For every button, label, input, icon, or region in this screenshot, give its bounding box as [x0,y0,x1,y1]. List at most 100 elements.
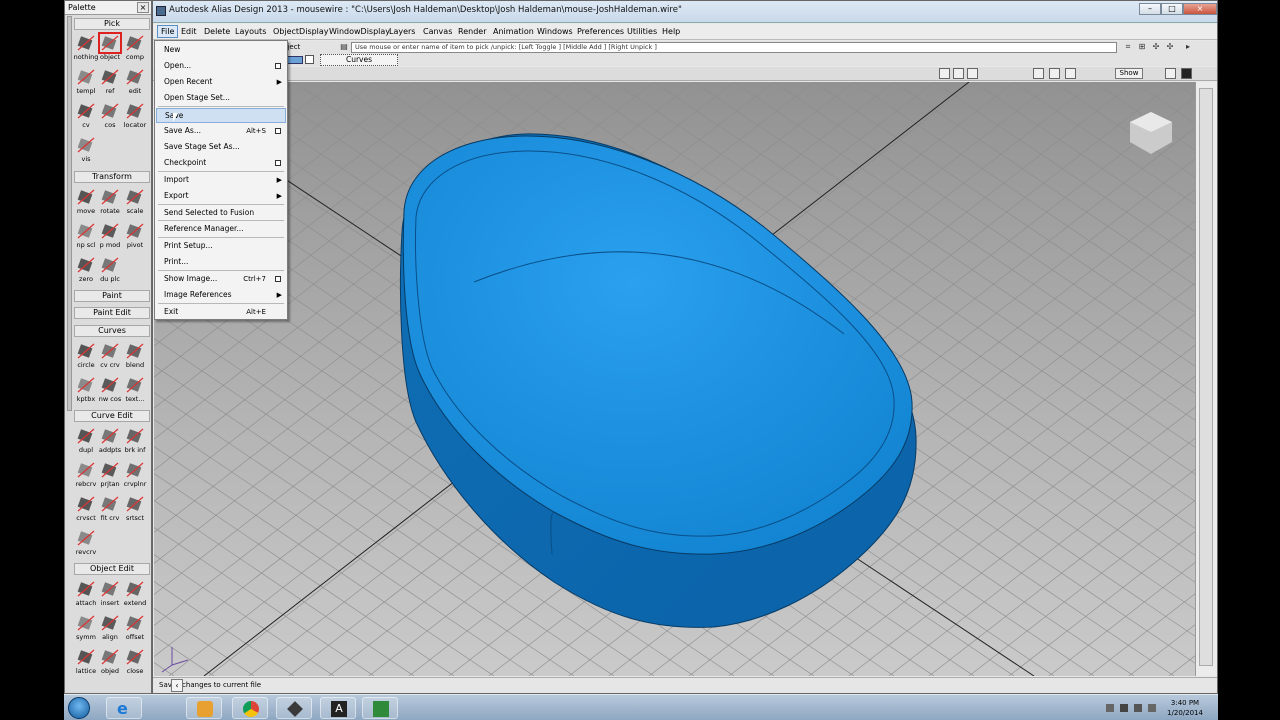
show-button[interactable]: Show [1115,68,1143,79]
maximize-button[interactable]: □ [1161,3,1183,15]
taskbar-clock[interactable]: 3:40 PM 1/20/2014 [1160,698,1210,718]
menu-windowdisplay[interactable]: WindowDisplay [329,27,390,36]
view-tumble-icon[interactable] [939,68,950,79]
menu-preferences[interactable]: Preferences [577,27,624,36]
menu-separator [158,171,284,172]
tool-scale[interactable]: scale [123,187,147,215]
tool-vis[interactable]: vis [74,135,98,163]
menu-file[interactable]: File [157,25,179,38]
palette-section-paint-edit[interactable]: Paint Edit [74,307,150,319]
prompt-input[interactable]: Use mouse or enter name of item to pick … [351,42,1117,53]
palette-section-object-edit[interactable]: Object Edit [74,563,150,575]
menu-edit[interactable]: Edit [181,27,197,36]
menu-canvas[interactable]: Canvas [423,27,452,36]
file-menu-item-print[interactable]: Print... [156,255,286,270]
file-menu-item-save-stage-set-as[interactable]: Save Stage Set As... [156,140,286,155]
scrollbar-thumb[interactable] [1199,88,1213,666]
menu-delete[interactable]: Delete [204,27,230,36]
prompt-expand-icon[interactable]: ▸ [1183,42,1193,52]
shelf-tab-curves[interactable]: Curves [320,54,398,66]
tool-blend[interactable]: blend [123,341,147,369]
palette-section-curves[interactable]: Curves [74,325,150,337]
shelf-checkbox[interactable] [305,55,314,64]
menu-animation[interactable]: Animation [493,27,534,36]
file-menu-item-image-references[interactable]: Image References ▶ [156,288,286,303]
menu-utilities[interactable]: Utilities [627,27,657,36]
snap-point-icon[interactable]: ✣ [1151,42,1161,52]
file-menu-item-export[interactable]: Export ▶ [156,189,286,204]
tool-brk-inf[interactable]: brk inf [123,426,147,454]
file-menu-item-send-selected-to-fusion[interactable]: Send Selected to Fusion [156,206,286,221]
view-maximize-icon[interactable] [1181,68,1192,79]
view-cube[interactable] [1130,112,1172,154]
tool-close[interactable]: close [123,647,147,675]
menu-windows[interactable]: Windows [537,27,573,36]
viewport-scrollbar[interactable] [1195,82,1217,676]
palette-section-pick[interactable]: Pick [74,18,150,30]
collapse-palette-button[interactable]: ‹ [171,679,183,692]
close-window-button[interactable]: × [1183,3,1217,15]
option-box-icon[interactable] [275,63,281,69]
file-menu-item-open-stage-set[interactable]: Open Stage Set... [156,91,286,106]
file-menu-item-import[interactable]: Import ▶ [156,173,286,188]
palette-section-paint[interactable]: Paint [74,290,150,302]
tool-revcrv[interactable]: revcrv [74,528,98,556]
tray-arrow-icon[interactable] [1106,704,1114,712]
view-track-icon[interactable] [953,68,964,79]
file-menu-item-exit[interactable]: Exit Alt+E [156,305,286,320]
file-menu-item-checkpoint[interactable]: Checkpoint [156,156,286,171]
menu-help[interactable]: Help [662,27,680,36]
view-zoom-icon[interactable] [967,68,978,79]
tool-locator[interactable]: locator [123,101,147,129]
tray-network-icon[interactable] [1120,704,1128,712]
snap-grid-icon[interactable]: ⌗ [1123,42,1133,52]
taskbar-alias-button[interactable]: A [320,697,356,719]
file-menu-item-print-setup[interactable]: Print Setup... [156,239,286,254]
menu-layouts[interactable]: Layouts [235,27,266,36]
tool-crvplnr[interactable]: crvplnr [123,460,147,488]
file-menu-item-new[interactable]: New [156,43,286,58]
tool-du-plc[interactable]: du plc [98,255,122,283]
mouse-model [399,133,917,628]
taskbar-media-button[interactable] [186,697,222,719]
option-box-icon[interactable] [275,276,281,282]
tool-extend[interactable]: extend [123,579,147,607]
file-menu-item-reference-manager[interactable]: Reference Manager... [156,222,286,237]
file-menu-item-open-recent[interactable]: Open Recent ▶ [156,75,286,90]
snap-curve-icon[interactable]: ⊞ [1137,42,1147,52]
file-menu-item-open[interactable]: Open... [156,59,286,74]
file-menu-item-show-image[interactable]: Show Image... Ctrl+7 [156,272,286,287]
view-grid-icon[interactable] [1165,68,1176,79]
tool-offset[interactable]: offset [123,613,147,641]
tool-text-[interactable]: text... [123,375,147,403]
taskbar-showcase-button[interactable] [362,697,398,719]
tool-edit[interactable]: edit [123,67,147,95]
palette-section-transform[interactable]: Transform [74,171,150,183]
taskbar-chrome-button[interactable] [232,697,268,719]
taskbar-app-button[interactable] [276,697,312,719]
prompt-menu-icon[interactable]: ▤ [339,42,349,52]
option-box-icon[interactable] [275,128,281,134]
tray-flag-icon[interactable] [1134,704,1142,712]
tray-volume-icon[interactable] [1148,704,1156,712]
perspective-viewport[interactable] [154,82,1195,676]
menu-objectdisplay[interactable]: ObjectDisplay [273,27,329,36]
file-menu-item-save-as[interactable]: Save As... Alt+S [156,124,286,139]
minimize-button[interactable]: – [1139,3,1161,15]
tool-comp[interactable]: comp [123,33,147,61]
tool-srtsct[interactable]: srtsct [123,494,147,522]
palette-close-button[interactable]: × [137,2,149,13]
start-button[interactable] [68,697,90,719]
option-box-icon[interactable] [275,160,281,166]
menu-layers[interactable]: Layers [389,27,415,36]
tool-pivot[interactable]: pivot [123,221,147,249]
view-fit-icon[interactable] [1049,68,1060,79]
view-pan-icon[interactable] [1065,68,1076,79]
palette-section-curve-edit[interactable]: Curve Edit [74,410,150,422]
menu-render[interactable]: Render [458,27,486,36]
tool-label: locator [123,121,147,129]
snap-extra-icon[interactable]: ✣ [1165,42,1175,52]
taskbar-ie-button[interactable]: e [106,697,142,719]
view-layout-icon[interactable] [1033,68,1044,79]
vis-icon [75,135,97,155]
